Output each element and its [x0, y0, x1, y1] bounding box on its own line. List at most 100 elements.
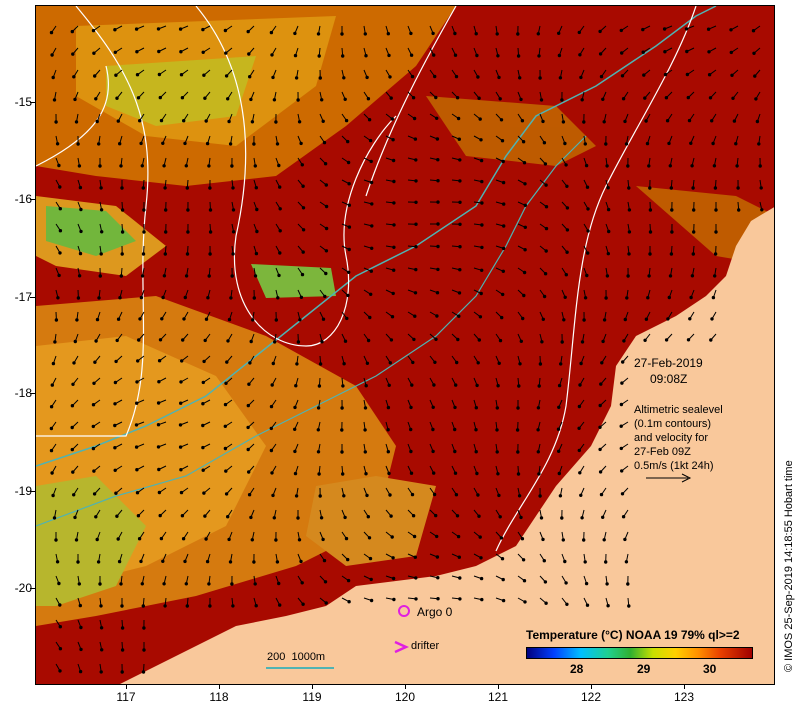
velocity-arrow-head — [644, 317, 649, 321]
velocity-arrow-head — [667, 295, 671, 300]
velocity-arrow-head — [77, 582, 81, 586]
velocity-arrow-head — [73, 339, 77, 344]
drifter-marker-icon — [394, 640, 409, 654]
velocity-arrow-head — [299, 559, 303, 564]
velocity-arrow-head — [434, 337, 438, 341]
velocity-arrow-head — [625, 296, 629, 300]
velocity-arrow-head — [389, 338, 394, 342]
velocity-arrow-head — [92, 492, 97, 496]
velocity-arrow-head — [598, 470, 603, 474]
velocity-arrow-head — [436, 267, 440, 272]
velocity-arrow-head — [627, 252, 631, 256]
velocity-arrow-head — [563, 295, 567, 299]
velocity-arrow-head — [584, 163, 589, 168]
velocity-arrow-head — [414, 576, 418, 580]
velocity-arrow-head — [495, 428, 499, 432]
velocity-arrow-head — [536, 450, 540, 454]
velocity-arrow-head — [480, 201, 484, 205]
velocity-arrow-head — [141, 252, 146, 256]
velocity-arrow-head — [543, 580, 548, 584]
velocity-arrow-head — [543, 272, 548, 276]
velocity-arrow-head — [49, 448, 54, 453]
velocity-arrow-head — [159, 118, 164, 123]
velocity-arrow-head — [458, 597, 462, 601]
velocity-arrow-head — [714, 208, 718, 212]
velocity-arrow-head — [456, 116, 461, 121]
velocity-arrow-head — [79, 229, 83, 234]
velocity-arrow-head — [205, 559, 210, 564]
velocity-arrow-head — [599, 74, 604, 79]
velocity-arrow-head — [598, 425, 602, 429]
velocity-arrow-head — [185, 252, 190, 256]
velocity-arrow-head — [455, 96, 460, 100]
velocity-arrow-head — [435, 137, 440, 141]
velocity-arrow-head — [301, 228, 306, 232]
velocity-arrow-head — [523, 248, 527, 252]
velocity-arrow-head — [296, 98, 300, 102]
argo-label: Argo 0 — [417, 605, 453, 619]
velocity-arrow-head — [272, 516, 277, 520]
velocity-arrow-head — [522, 270, 527, 275]
velocity-arrow-head — [453, 31, 457, 36]
velocity-arrow-head — [72, 493, 76, 497]
velocity-arrow-head — [518, 76, 522, 80]
velocity-arrow-head — [300, 272, 305, 277]
velocity-arrow-head — [602, 120, 606, 124]
velocity-arrow-head — [691, 186, 695, 190]
velocity-arrow-head — [113, 468, 117, 472]
velocity-arrow-head — [99, 186, 103, 190]
velocity-arrow-head — [228, 142, 233, 146]
velocity-arrow-head — [392, 597, 396, 602]
velocity-arrow-head — [278, 229, 282, 233]
velocity-arrow-head — [563, 559, 567, 564]
velocity-arrow-head — [558, 76, 563, 80]
velocity-arrow-head — [495, 450, 499, 454]
velocity-arrow-head — [643, 338, 647, 342]
velocity-arrow-head — [414, 597, 418, 601]
velocity-arrow-head — [409, 31, 413, 36]
velocity-arrow-head — [162, 164, 166, 168]
velocity-arrow-head — [301, 184, 305, 188]
velocity-arrow-head — [606, 207, 611, 212]
velocity-arrow-head — [78, 669, 83, 674]
velocity-arrow-head — [626, 164, 630, 168]
velocity-arrow-head — [207, 582, 211, 586]
velocity-arrow-head — [627, 208, 632, 212]
velocity-arrow-head — [604, 296, 608, 300]
velocity-arrow-head — [369, 598, 374, 603]
x-tick-label: 122 — [580, 690, 602, 704]
velocity-arrow-head — [690, 164, 694, 168]
velocity-arrow-head — [582, 538, 586, 542]
velocity-arrow-head — [435, 116, 439, 121]
velocity-arrow-head — [431, 449, 435, 454]
velocity-arrow-head — [71, 382, 75, 386]
scale-bar — [266, 667, 334, 669]
velocity-arrow-head — [433, 360, 437, 364]
velocity-arrow-head — [577, 448, 581, 453]
x-tick-label: 123 — [673, 690, 695, 704]
velocity-arrow-head — [250, 538, 255, 542]
velocity-arrow-head — [72, 361, 76, 365]
velocity-arrow-head — [387, 53, 391, 58]
velocity-arrow-head — [120, 604, 124, 608]
velocity-arrow-head — [159, 536, 164, 541]
velocity-arrow-head — [255, 229, 259, 234]
velocity-arrow-head — [113, 423, 117, 428]
velocity-arrow-head — [117, 559, 122, 564]
velocity-arrow-head — [623, 119, 627, 124]
velocity-arrow-head — [623, 317, 627, 322]
velocity-arrow-head — [161, 141, 165, 146]
annotation-date: 27-Feb-2019 — [634, 356, 703, 370]
colorbar-tick-28: 28 — [570, 662, 584, 676]
velocity-arrow-head — [344, 536, 349, 541]
velocity-arrow-head — [184, 582, 189, 586]
velocity-arrow-head — [316, 32, 321, 36]
velocity-arrow-head — [731, 96, 735, 101]
velocity-arrow-head — [501, 292, 505, 297]
velocity-arrow-head — [183, 295, 188, 300]
velocity-arrow-head — [223, 28, 228, 33]
velocity-arrow-head — [478, 535, 482, 539]
velocity-arrow-head — [521, 558, 526, 562]
velocity-arrow-head — [344, 118, 349, 123]
velocity-arrow-head — [648, 186, 652, 190]
